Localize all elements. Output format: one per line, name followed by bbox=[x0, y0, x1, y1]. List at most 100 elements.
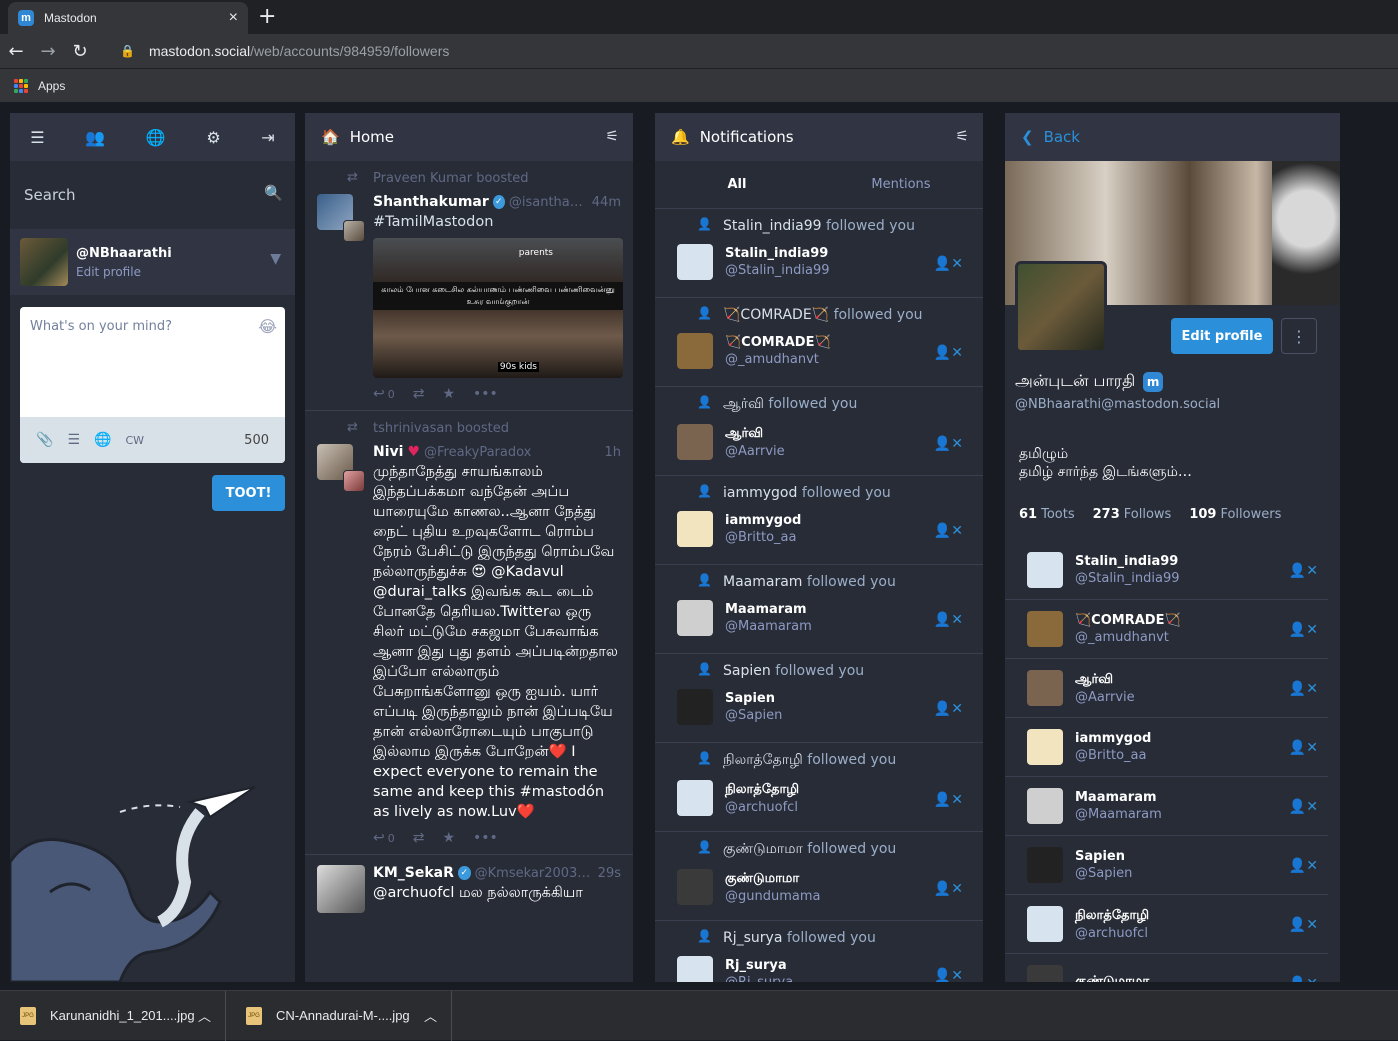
display-name[interactable]: Sapien bbox=[725, 691, 782, 706]
status-author[interactable]: Nivi bbox=[373, 444, 403, 460]
search-input[interactable]: Search 🔍 bbox=[10, 171, 295, 219]
username[interactable]: @Aarrvie bbox=[1075, 690, 1135, 705]
globe-icon[interactable]: 🌐 bbox=[146, 128, 166, 147]
reply-icon[interactable]: ↩ 0 bbox=[373, 830, 395, 846]
username[interactable]: @gundumama bbox=[725, 889, 820, 904]
status-author[interactable]: KM_SekaR bbox=[373, 865, 454, 881]
profile-avatar[interactable] bbox=[1015, 261, 1107, 353]
notifications-column-header[interactable]: 🔔 Notifications ⚟ bbox=[655, 113, 983, 161]
display-name[interactable]: நிலாத்தோழி bbox=[1075, 908, 1149, 924]
status-item[interactable]: KM_SekaR ✓ @Kmsekar2003@… 29s @archuofcl… bbox=[305, 855, 633, 921]
avatar[interactable] bbox=[677, 511, 713, 547]
follower-name[interactable]: Stalin_india99 bbox=[723, 218, 822, 234]
content-warning-button[interactable]: CW bbox=[125, 434, 144, 447]
sliders-icon[interactable]: ⚟ bbox=[606, 127, 619, 145]
username[interactable]: @archuofcl bbox=[1075, 926, 1149, 941]
boost-label[interactable]: tshrinivasan boosted bbox=[317, 420, 621, 436]
follower-item[interactable]: iammygod @Britto_aa 👤✕ bbox=[1005, 718, 1328, 777]
chevron-up-icon[interactable]: ︿ bbox=[198, 1006, 211, 1025]
username[interactable]: @Maamaram bbox=[1075, 807, 1162, 822]
display-name[interactable]: குண்டுமாமா bbox=[725, 871, 820, 887]
notification-item[interactable]: Stalin_india99 followed youStalin_india9… bbox=[655, 209, 983, 298]
avatar[interactable] bbox=[1027, 788, 1063, 824]
people-icon[interactable]: 👥 bbox=[85, 128, 105, 147]
close-tab-icon[interactable]: × bbox=[229, 9, 238, 27]
more-icon[interactable]: ••• bbox=[473, 386, 498, 402]
search-icon[interactable]: 🔍 bbox=[264, 184, 283, 202]
status-author[interactable]: Shanthakumar bbox=[373, 194, 489, 210]
notification-item[interactable]: 🏹COMRADE🏹 followed you🏹COMRADE🏹@_amudhan… bbox=[655, 298, 983, 387]
follows-count-link[interactable]: 273 Follows bbox=[1093, 507, 1172, 522]
avatar[interactable] bbox=[20, 238, 68, 286]
download-item[interactable]: JPG CN-Annadurai-M-....jpg ︿ bbox=[226, 990, 452, 1041]
unfollow-icon[interactable]: 👤✕ bbox=[934, 792, 963, 808]
username[interactable]: @Stalin_india99 bbox=[1075, 571, 1180, 586]
paperclip-icon[interactable]: 📎 bbox=[36, 432, 53, 448]
follower-name[interactable]: Sapien bbox=[723, 663, 771, 679]
back-arrow-icon[interactable]: ← bbox=[0, 41, 32, 62]
username[interactable]: @_amudhanvt bbox=[725, 352, 831, 367]
boost-icon[interactable]: ⇄ bbox=[413, 386, 425, 402]
status-acct[interactable]: @Kmsekar2003@… bbox=[475, 866, 592, 881]
status-text[interactable]: #TamilMastodon bbox=[373, 212, 621, 232]
notification-item[interactable]: நிலாத்தோழி followed youநிலாத்தோழி@archuo… bbox=[655, 743, 983, 832]
follower-name[interactable]: ஆர்வி bbox=[723, 396, 764, 412]
unfollow-icon[interactable]: 👤✕ bbox=[1289, 799, 1318, 815]
chevron-down-icon[interactable]: ▼ bbox=[270, 251, 281, 267]
toots-count-link[interactable]: 61 Toots bbox=[1019, 507, 1075, 522]
unfollow-icon[interactable]: 👤✕ bbox=[934, 256, 963, 272]
avatar[interactable] bbox=[677, 244, 713, 280]
follower-item[interactable]: Sapien @Sapien 👤✕ bbox=[1005, 836, 1328, 895]
username[interactable]: @Stalin_india99 bbox=[725, 263, 830, 278]
status-acct[interactable]: @FreakyParadox bbox=[424, 445, 531, 460]
unfollow-icon[interactable]: 👤✕ bbox=[934, 968, 963, 982]
notification-item[interactable]: Sapien followed youSapien@Sapien👤✕ bbox=[655, 654, 983, 743]
compose-textarea[interactable]: What's on your mind? bbox=[20, 307, 285, 346]
notification-item[interactable]: Maamaram followed youMaamaram@Maamaram👤✕ bbox=[655, 565, 983, 654]
status-time[interactable]: 44m bbox=[586, 195, 621, 210]
unfollow-icon[interactable]: 👤✕ bbox=[1289, 917, 1318, 933]
download-item[interactable]: JPG Karunanidhi_1_201....jpg ︿ bbox=[0, 990, 226, 1041]
home-column-header[interactable]: 🏠 Home ⚟ bbox=[305, 113, 633, 161]
bookmark-apps[interactable]: Apps bbox=[38, 79, 65, 93]
unfollow-icon[interactable]: 👤✕ bbox=[934, 436, 963, 452]
display-name[interactable]: குண்டுமாமா bbox=[1075, 974, 1149, 982]
chevron-up-icon[interactable]: ︿ bbox=[424, 1006, 437, 1025]
status-acct[interactable]: @isanthaku… bbox=[509, 195, 586, 210]
unfollow-icon[interactable]: 👤✕ bbox=[934, 612, 963, 628]
followers-count-link[interactable]: 109 Followers bbox=[1189, 507, 1281, 522]
follower-item[interactable]: Maamaram @Maamaram 👤✕ bbox=[1005, 777, 1328, 836]
status-item[interactable]: Praveen Kumar boosted Shanthakumar ✓ @is… bbox=[305, 161, 633, 411]
avatar[interactable] bbox=[677, 956, 713, 982]
address-bar[interactable]: 🔒 mastodon.social/web/accounts/984959/fo… bbox=[110, 36, 1398, 66]
logout-icon[interactable]: ⇥ bbox=[261, 128, 274, 147]
unfollow-icon[interactable]: 👤✕ bbox=[1289, 681, 1318, 697]
display-name[interactable]: iammygod bbox=[1075, 731, 1151, 746]
display-name[interactable]: Stalin_india99 bbox=[1075, 554, 1180, 569]
avatar[interactable] bbox=[1027, 670, 1063, 706]
boost-label[interactable]: Praveen Kumar boosted bbox=[317, 170, 621, 186]
username[interactable]: @Rj_surya bbox=[725, 975, 793, 982]
status-time[interactable]: 1h bbox=[598, 445, 621, 460]
edit-profile-link[interactable]: Edit profile bbox=[76, 265, 172, 279]
username[interactable]: @Sapien bbox=[1075, 866, 1132, 881]
gear-icon[interactable]: ⚙ bbox=[206, 128, 220, 147]
sliders-icon[interactable]: ⚟ bbox=[956, 127, 969, 145]
status-text[interactable]: முந்தாநேத்து சாயங்காலம் இந்தப்பக்கமா வந்… bbox=[373, 462, 621, 822]
forward-arrow-icon[interactable]: → bbox=[32, 41, 64, 62]
follower-name[interactable]: குண்டுமாமா bbox=[723, 841, 803, 857]
status-item[interactable]: tshrinivasan boosted Nivi ♥ @FreakyParad… bbox=[305, 411, 633, 855]
username[interactable]: @_amudhanvt bbox=[1075, 630, 1181, 645]
unfollow-icon[interactable]: 👤✕ bbox=[934, 345, 963, 361]
avatar[interactable] bbox=[677, 689, 713, 725]
toot-button[interactable]: TOOT! bbox=[212, 475, 285, 511]
user-handle[interactable]: @NBhaarathi bbox=[76, 246, 172, 261]
notification-item[interactable]: iammygod followed youiammygod@Britto_aa👤… bbox=[655, 476, 983, 565]
avatar[interactable] bbox=[317, 194, 365, 242]
display-name[interactable]: Stalin_india99 bbox=[725, 246, 830, 261]
unfollow-icon[interactable]: 👤✕ bbox=[934, 523, 963, 539]
unfollow-icon[interactable]: 👤✕ bbox=[934, 881, 963, 897]
username[interactable]: @archuofcl bbox=[725, 800, 799, 815]
poll-icon[interactable]: ☰ bbox=[67, 432, 80, 448]
favourite-icon[interactable]: ★ bbox=[442, 830, 455, 846]
